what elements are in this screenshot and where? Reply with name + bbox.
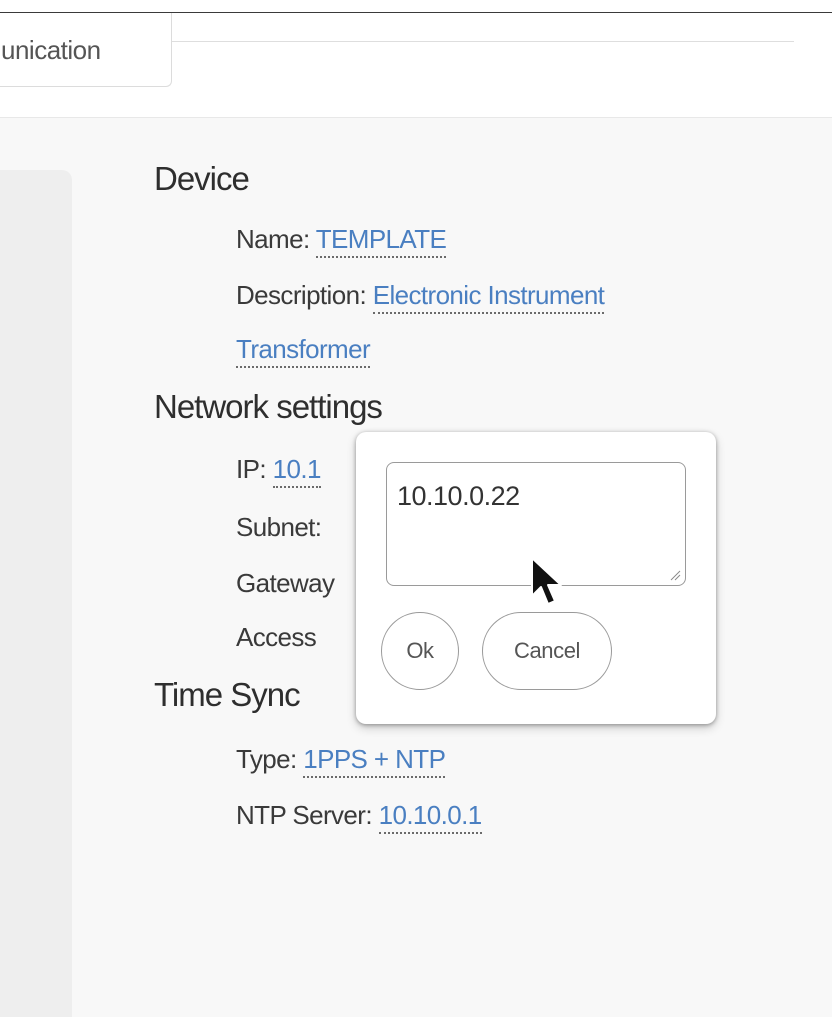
device-name-label: Name: xyxy=(236,224,316,254)
arrow-cursor-icon xyxy=(531,557,562,605)
time-sync-ntp-value[interactable]: 10.10.0.1 xyxy=(378,800,482,834)
tab-communication[interactable]: unication xyxy=(0,13,172,87)
time-sync-ntp-row: NTP Server: 10.10.0.1 xyxy=(236,800,482,834)
section-title-time-sync: Time Sync xyxy=(154,676,301,713)
section-title-network: Network settings xyxy=(154,388,383,425)
network-access-label: Access xyxy=(236,622,317,652)
time-sync-type-value[interactable]: 1PPS + NTP xyxy=(303,744,446,778)
network-gateway-label: Gateway xyxy=(236,568,335,598)
ok-button[interactable]: Ok xyxy=(381,612,459,690)
sidebar-panel xyxy=(0,170,72,1017)
network-subnet-row: Subnet: xyxy=(236,512,322,543)
cancel-button[interactable]: Cancel xyxy=(482,612,612,690)
network-gateway-row: Gateway xyxy=(236,568,335,599)
tab-communication-label: unication xyxy=(1,35,101,65)
device-description-label: Description: xyxy=(236,280,373,310)
network-ip-label: IP: xyxy=(236,454,273,484)
network-access-row: Access xyxy=(236,622,317,653)
time-sync-type-label: Type: xyxy=(236,744,304,774)
section-title-device: Device xyxy=(154,160,250,197)
device-description-value-line2[interactable]: Transformer xyxy=(236,334,371,368)
device-description-row-2: Transformer xyxy=(236,334,371,368)
time-sync-type-row: Type: 1PPS + NTP xyxy=(236,744,446,778)
tab-strip: unication xyxy=(0,13,832,117)
device-description-row: Description: Electronic Instrument xyxy=(236,280,605,314)
resize-grip-icon[interactable] xyxy=(669,569,681,581)
network-subnet-label: Subnet: xyxy=(236,512,322,542)
device-name-row: Name: TEMPLATE xyxy=(236,224,447,258)
tab-strip-line xyxy=(172,41,794,42)
time-sync-ntp-label: NTP Server: xyxy=(236,800,379,830)
device-name-value[interactable]: TEMPLATE xyxy=(315,224,447,258)
page: unication Device Name: TEMPLATE Descript… xyxy=(0,0,832,1017)
ip-edit-textarea-value: 10.10.0.22 xyxy=(397,481,520,511)
network-ip-row: IP: 10.1 xyxy=(236,454,321,488)
network-ip-value[interactable]: 10.1 xyxy=(272,454,321,488)
device-description-value[interactable]: Electronic Instrument xyxy=(372,280,605,314)
